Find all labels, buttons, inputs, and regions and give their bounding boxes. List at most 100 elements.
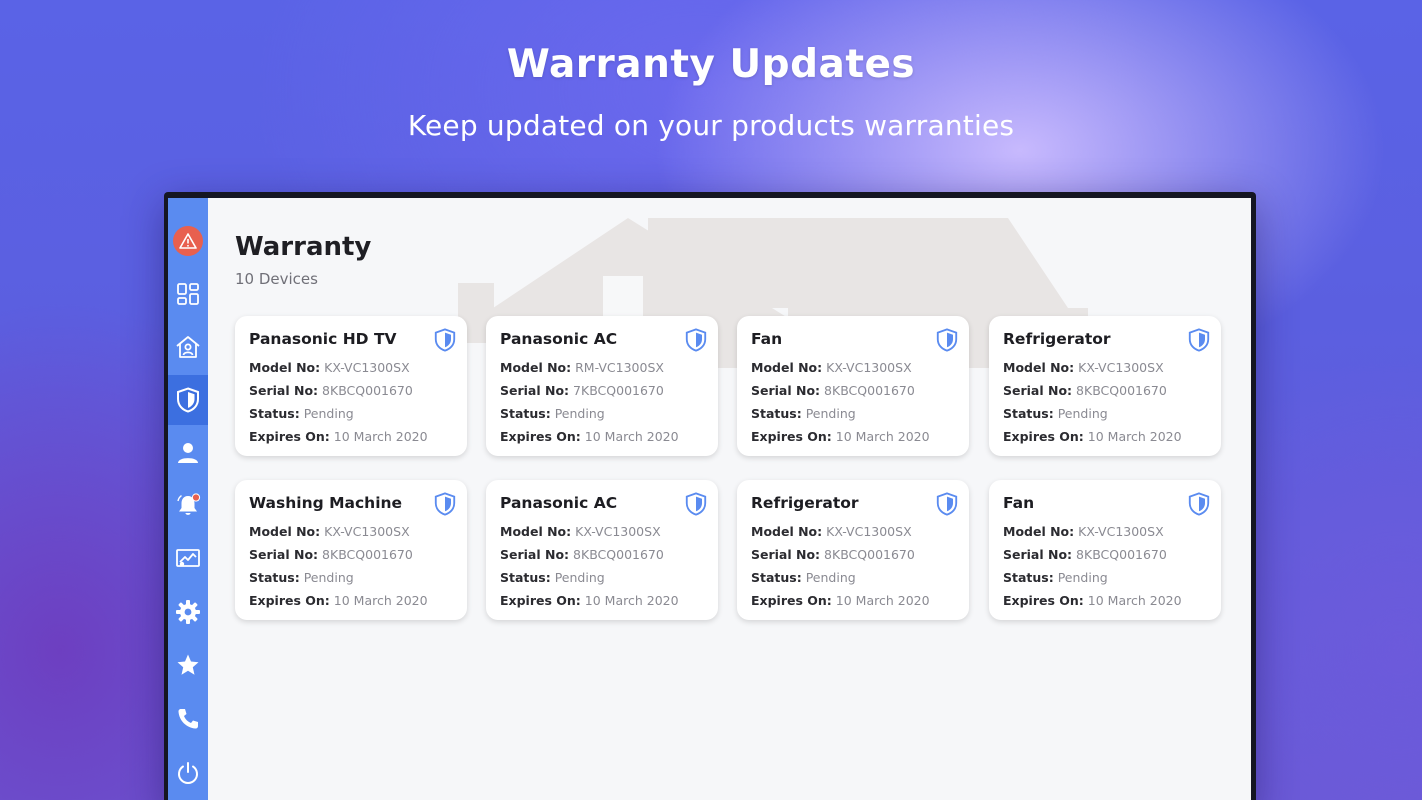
serial-row: Serial No: 8KBCQ001670 (1003, 547, 1167, 562)
model-row: Model No: KX-VC1300SX (751, 524, 912, 539)
main-content: Warranty 10 Devices Panasonic HD TV Mode… (208, 198, 1251, 800)
serial-label: Serial No: (751, 383, 821, 398)
expires-label: Expires On: (249, 429, 330, 444)
status-row: Status: Pending (751, 570, 856, 585)
card-title: Fan (1003, 494, 1035, 512)
status-label: Status: (500, 570, 551, 585)
model-label: Model No: (1003, 360, 1075, 375)
model-row: Model No: KX-VC1300SX (1003, 524, 1164, 539)
warranty-card[interactable]: Panasonic AC Model No: KX-VC1300SX Seria… (486, 480, 718, 620)
expires-row: Expires On: 10 March 2020 (249, 429, 428, 444)
serial-row: Serial No: 8KBCQ001670 (751, 383, 915, 398)
promo-subtitle: Keep updated on your products warranties (407, 109, 1015, 142)
shield-icon (1188, 328, 1210, 352)
device-count: 10 Devices (235, 270, 318, 288)
expires-label: Expires On: (751, 429, 832, 444)
sidebar-item-home[interactable] (168, 322, 208, 372)
model-label: Model No: (500, 360, 572, 375)
model-value: KX-VC1300SX (1078, 524, 1164, 539)
shield-icon (177, 387, 199, 413)
shield-icon (434, 492, 456, 516)
sidebar-item-notifications[interactable] (168, 481, 208, 531)
status-row: Status: Pending (500, 570, 605, 585)
card-title: Washing Machine (249, 494, 403, 512)
model-label: Model No: (249, 360, 321, 375)
star-icon (177, 654, 199, 675)
sidebar-item-display[interactable] (168, 534, 208, 584)
status-value: Pending (303, 570, 354, 585)
expires-label: Expires On: (249, 593, 330, 608)
serial-value: 8KBCQ001670 (573, 547, 664, 562)
dashboard-icon (177, 283, 199, 305)
expires-label: Expires On: (1003, 429, 1084, 444)
sidebar (168, 198, 208, 800)
status-row: Status: Pending (751, 406, 856, 421)
status-label: Status: (500, 406, 551, 421)
warranty-card[interactable]: Washing Machine Model No: KX-VC1300SX Se… (235, 480, 467, 620)
serial-value: 7KBCQ001670 (573, 383, 664, 398)
expires-row: Expires On: 10 March 2020 (751, 429, 930, 444)
serial-label: Serial No: (1003, 547, 1073, 562)
model-value: KX-VC1300SX (826, 524, 912, 539)
model-value: RM-VC1300SX (575, 360, 664, 375)
status-row: Status: Pending (1003, 406, 1108, 421)
phone-icon (178, 709, 198, 729)
model-row: Model No: RM-VC1300SX (500, 360, 664, 375)
expires-label: Expires On: (500, 593, 581, 608)
shield-icon (685, 328, 707, 352)
home-icon (176, 336, 200, 358)
app-screen: Warranty 10 Devices Panasonic HD TV Mode… (168, 198, 1251, 800)
expires-row: Expires On: 10 March 2020 (1003, 429, 1182, 444)
model-label: Model No: (1003, 524, 1075, 539)
expires-value: 10 March 2020 (835, 593, 930, 608)
status-value: Pending (805, 406, 856, 421)
status-label: Status: (1003, 570, 1054, 585)
page-title: Warranty (235, 232, 372, 262)
warranty-card[interactable]: Refrigerator Model No: KX-VC1300SX Seria… (989, 316, 1221, 456)
card-title: Refrigerator (1003, 330, 1111, 348)
model-row: Model No: KX-VC1300SX (249, 360, 410, 375)
sidebar-item-warranty[interactable] (168, 375, 208, 425)
expires-row: Expires On: 10 March 2020 (1003, 593, 1182, 608)
card-title: Panasonic AC (500, 494, 618, 512)
power-icon (178, 762, 198, 784)
expires-row: Expires On: 10 March 2020 (500, 429, 679, 444)
serial-value: 8KBCQ001670 (1076, 547, 1167, 562)
bell-icon (177, 493, 201, 515)
user-icon (178, 443, 198, 463)
expires-value: 10 March 2020 (333, 593, 428, 608)
sidebar-item-contact[interactable] (168, 694, 208, 744)
warranty-card[interactable]: Panasonic AC Model No: RM-VC1300SX Seria… (486, 316, 718, 456)
sidebar-item-profile[interactable] (168, 428, 208, 478)
sidebar-item-alert[interactable] (168, 216, 208, 266)
gear-icon (176, 600, 200, 624)
model-row: Model No: KX-VC1300SX (500, 524, 661, 539)
warranty-card[interactable]: Fan Model No: KX-VC1300SX Serial No: 8KB… (989, 480, 1221, 620)
sidebar-item-favorites[interactable] (168, 640, 208, 690)
serial-value: 8KBCQ001670 (322, 383, 413, 398)
serial-value: 8KBCQ001670 (824, 383, 915, 398)
card-title: Fan (751, 330, 783, 348)
sidebar-item-settings[interactable] (168, 587, 208, 637)
status-value: Pending (1057, 570, 1108, 585)
status-label: Status: (249, 570, 300, 585)
warranty-card[interactable]: Fan Model No: KX-VC1300SX Serial No: 8KB… (737, 316, 969, 456)
warranty-card[interactable]: Refrigerator Model No: KX-VC1300SX Seria… (737, 480, 969, 620)
expires-value: 10 March 2020 (835, 429, 930, 444)
status-row: Status: Pending (249, 570, 354, 585)
status-label: Status: (751, 570, 802, 585)
sidebar-item-logout[interactable] (168, 748, 208, 798)
status-label: Status: (751, 406, 802, 421)
alert-icon (173, 226, 203, 256)
expires-label: Expires On: (751, 593, 832, 608)
warranty-card[interactable]: Panasonic HD TV Model No: KX-VC1300SX Se… (235, 316, 467, 456)
status-value: Pending (1057, 406, 1108, 421)
model-row: Model No: KX-VC1300SX (751, 360, 912, 375)
sidebar-item-dashboard[interactable] (168, 269, 208, 319)
model-label: Model No: (751, 360, 823, 375)
model-value: KX-VC1300SX (324, 524, 410, 539)
serial-label: Serial No: (500, 547, 570, 562)
model-value: KX-VC1300SX (1078, 360, 1164, 375)
serial-label: Serial No: (751, 547, 821, 562)
serial-label: Serial No: (500, 383, 570, 398)
